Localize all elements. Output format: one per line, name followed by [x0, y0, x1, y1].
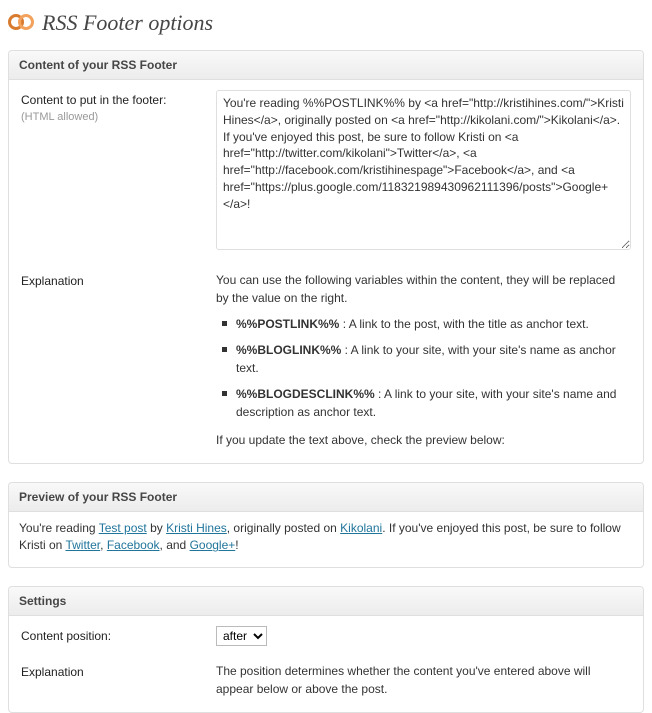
page-title: RSS Footer options [42, 10, 213, 36]
var-code: %%POSTLINK%% [236, 317, 339, 331]
var-code: %%BLOGDESCLINK%% [236, 387, 375, 401]
footer-content-textarea[interactable]: You're reading %%POSTLINK%% by <a href="… [216, 90, 631, 250]
footer-content-hint: (HTML allowed) [21, 111, 98, 123]
footer-content-label: Content to put in the footer: (HTML allo… [21, 90, 216, 125]
explanation-list: %%POSTLINK%% : A link to the post, with … [216, 315, 631, 421]
preview-link-testpost[interactable]: Test post [99, 521, 147, 535]
footer-content-row: Content to put in the footer: (HTML allo… [21, 90, 631, 255]
preview-panel: Preview of your RSS Footer You're readin… [8, 482, 644, 568]
explanation-row: Explanation You can use the following va… [21, 271, 631, 449]
list-item: %%BLOGLINK%% : A link to your site, with… [220, 341, 631, 377]
explanation-outro: If you update the text above, check the … [216, 431, 631, 449]
list-item: %%POSTLINK%% : A link to the post, with … [220, 315, 631, 333]
preview-text: , and [160, 538, 190, 552]
page-header: RSS Footer options [8, 10, 644, 36]
content-panel: Content of your RSS Footer Content to pu… [8, 50, 644, 464]
preview-link-site[interactable]: Kikolani [340, 521, 382, 535]
settings-panel: Settings Content position: after Explana… [8, 586, 644, 713]
preview-body: You're reading Test post by Kristi Hines… [9, 512, 643, 567]
var-desc: : A link to the post, with the title as … [339, 317, 588, 331]
preview-link-facebook[interactable]: Facebook [107, 538, 160, 552]
content-position-label: Content position: [21, 626, 216, 644]
content-position-row: Content position: after [21, 626, 631, 646]
content-position-select[interactable]: after [216, 626, 267, 646]
footer-content-label-text: Content to put in the footer: [21, 93, 166, 107]
var-code: %%BLOGLINK%% [236, 343, 341, 357]
list-item: %%BLOGDESCLINK%% : A link to your site, … [220, 385, 631, 421]
settings-panel-heading: Settings [9, 587, 643, 616]
preview-text: by [147, 521, 166, 535]
settings-explanation-row: Explanation The position determines whet… [21, 662, 631, 698]
preview-link-author[interactable]: Kristi Hines [166, 521, 227, 535]
explanation-body: You can use the following variables with… [216, 271, 631, 449]
preview-text: You're reading [19, 521, 99, 535]
preview-panel-heading: Preview of your RSS Footer [9, 483, 643, 512]
preview-text: ! [235, 538, 238, 552]
content-panel-heading: Content of your RSS Footer [9, 51, 643, 80]
preview-text: , originally posted on [227, 521, 340, 535]
preview-text: , [100, 538, 107, 552]
explanation-label: Explanation [21, 271, 216, 289]
settings-explanation-text: The position determines whether the cont… [216, 662, 631, 698]
preview-link-google[interactable]: Google+ [190, 538, 236, 552]
yoast-logo-icon [8, 10, 34, 36]
preview-link-twitter[interactable]: Twitter [65, 538, 100, 552]
explanation-intro: You can use the following variables with… [216, 271, 631, 307]
